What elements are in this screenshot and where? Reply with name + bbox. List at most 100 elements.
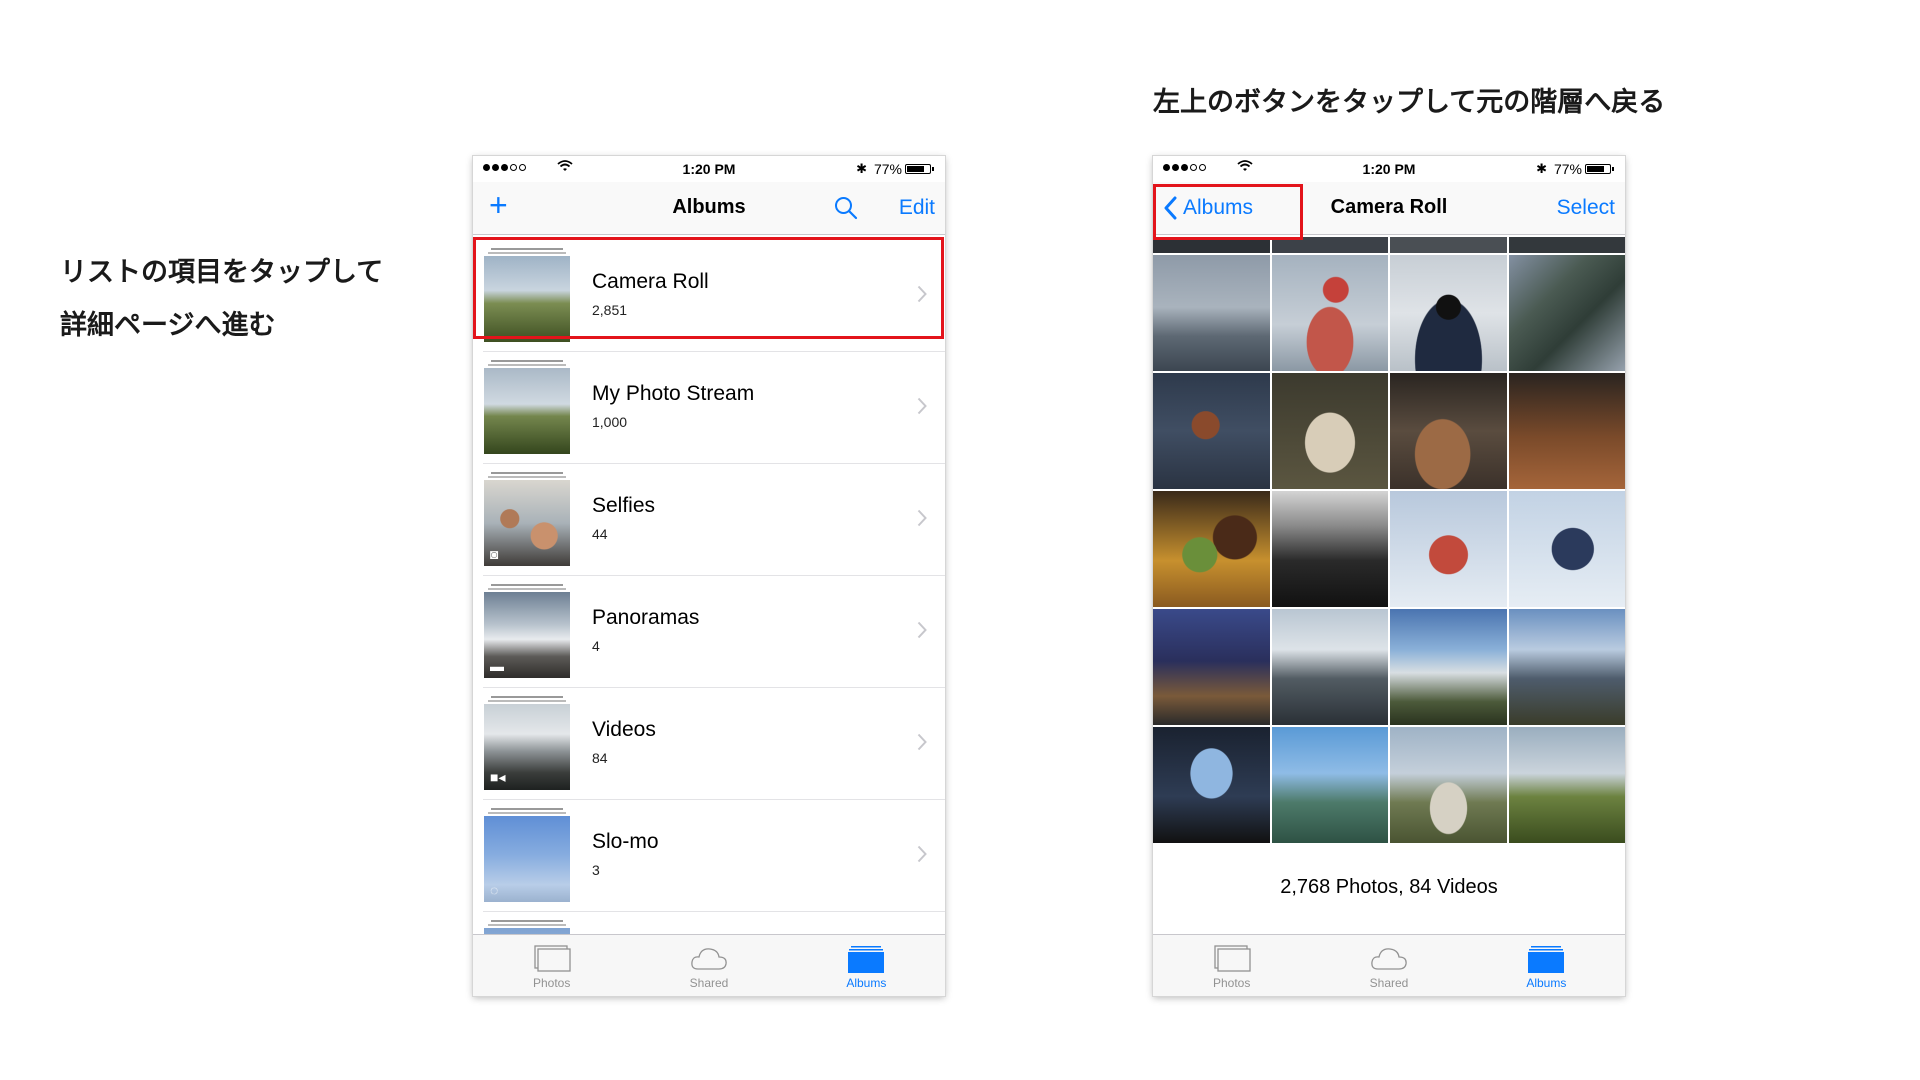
photo-thumbnail[interactable] bbox=[1271, 491, 1388, 607]
photo-summary: 2,768 Photos, 84 Videos bbox=[1280, 876, 1498, 898]
tab-photos[interactable]: Photos bbox=[1153, 935, 1310, 996]
album-thumbnail: ■◂ bbox=[484, 696, 570, 790]
bluetooth-icon: ✱ bbox=[856, 161, 867, 176]
album-row-my-photo-stream[interactable]: My Photo Stream 1,000 bbox=[473, 352, 945, 464]
album-row-panoramas[interactable]: ▬ Panoramas 4 bbox=[473, 576, 945, 688]
album-count: 2,851 bbox=[592, 302, 628, 318]
photo-thumbnail[interactable] bbox=[1153, 255, 1270, 371]
photo-thumbnail[interactable] bbox=[1271, 727, 1388, 843]
slomo-icon: ◌ bbox=[490, 882, 499, 898]
battery-percent: 77% bbox=[1553, 161, 1582, 177]
tab-photos[interactable]: Photos bbox=[473, 935, 630, 996]
albums-icon bbox=[848, 946, 885, 973]
chevron-right-icon bbox=[917, 509, 927, 527]
photo-thumbnail[interactable] bbox=[1153, 727, 1270, 843]
photo-thumbnail[interactable] bbox=[1271, 609, 1388, 725]
photo-thumbnail[interactable] bbox=[1508, 727, 1625, 843]
photo-thumbnail[interactable] bbox=[1153, 609, 1270, 725]
album-thumbnail: ◌ bbox=[484, 808, 570, 902]
photo-thumbnail[interactable] bbox=[1508, 373, 1625, 489]
album-count: 3 bbox=[592, 862, 600, 878]
tab-bar: Photos Shared Albums bbox=[1153, 934, 1625, 996]
search-icon[interactable] bbox=[833, 195, 859, 221]
photo-thumbnail[interactable] bbox=[1508, 255, 1625, 371]
status-bar: 1:20 PM ✱ 77% bbox=[473, 156, 945, 182]
album-count: 44 bbox=[592, 526, 608, 542]
camera-icon: ◙ bbox=[490, 546, 499, 562]
battery-percent: 77% bbox=[873, 161, 902, 177]
video-camera-icon: ■◂ bbox=[490, 769, 506, 785]
left-caption: リストの項目をタップして 詳細ページへ進む bbox=[60, 246, 383, 352]
edit-button[interactable]: Edit bbox=[899, 196, 935, 220]
album-thumbnail bbox=[484, 920, 570, 935]
right-caption: 左上のボタンをタップして元の階層へ戻る bbox=[1153, 87, 1666, 118]
albums-screen: 1:20 PM ✱ 77% + Albums Edit Camera Roll … bbox=[473, 156, 945, 996]
chevron-right-icon bbox=[917, 397, 927, 415]
album-thumbnail bbox=[484, 360, 570, 454]
album-row-partial[interactable] bbox=[473, 912, 945, 935]
album-row-slo-mo[interactable]: ◌ Slo-mo 3 bbox=[473, 800, 945, 912]
photo-thumbnail[interactable] bbox=[1390, 255, 1507, 371]
tab-shared[interactable]: Shared bbox=[1310, 935, 1467, 996]
panorama-icon: ▬ bbox=[490, 658, 504, 674]
tab-label: Shared bbox=[689, 976, 729, 990]
status-bar: 1:20 PM ✱ 77% bbox=[1153, 156, 1625, 182]
album-row-selfies[interactable]: ◙ Selfies 44 bbox=[473, 464, 945, 576]
left-caption-line-1: リストの項目をタップして bbox=[60, 257, 384, 288]
page-title: Albums bbox=[672, 196, 746, 218]
chevron-right-icon bbox=[917, 621, 927, 639]
battery-icon bbox=[1585, 164, 1614, 174]
photo-thumbnail[interactable] bbox=[1271, 373, 1388, 489]
photo-grid bbox=[1153, 237, 1625, 843]
cloud-icon bbox=[1371, 948, 1407, 970]
album-row-videos[interactable]: ■◂ Videos 84 bbox=[473, 688, 945, 800]
photos-icon bbox=[1214, 945, 1251, 972]
photo-thumbnail[interactable] bbox=[1153, 491, 1270, 607]
photo-thumbnail[interactable] bbox=[1390, 727, 1507, 843]
left-caption-line-2: 詳細ページへ進む bbox=[60, 310, 276, 341]
page-title: Camera Roll bbox=[1330, 196, 1448, 218]
album-thumbnail: ▬ bbox=[484, 584, 570, 678]
navigation-bar: Albums Camera Roll Select bbox=[1153, 182, 1625, 235]
tab-label: Photos bbox=[532, 976, 571, 990]
tab-shared[interactable]: Shared bbox=[630, 935, 787, 996]
album-count: 84 bbox=[592, 750, 608, 766]
photo-thumbnail[interactable] bbox=[1508, 491, 1625, 607]
battery-icon bbox=[905, 164, 934, 174]
tab-albums[interactable]: Albums bbox=[1468, 935, 1625, 996]
photo-thumbnail[interactable] bbox=[1508, 609, 1625, 725]
tab-label: Shared bbox=[1369, 976, 1409, 990]
album-title: My Photo Stream bbox=[592, 382, 755, 405]
tab-label: Photos bbox=[1212, 976, 1251, 990]
photo-thumbnail[interactable] bbox=[1153, 373, 1270, 489]
album-count: 4 bbox=[592, 638, 600, 654]
photo-thumbnail[interactable] bbox=[1390, 609, 1507, 725]
chevron-right-icon bbox=[917, 845, 927, 863]
tab-albums[interactable]: Albums bbox=[788, 935, 945, 996]
album-row-camera-roll[interactable]: Camera Roll 2,851 bbox=[473, 240, 945, 352]
tab-label: Albums bbox=[1526, 976, 1567, 990]
select-button[interactable]: Select bbox=[1557, 196, 1615, 220]
album-title: Videos bbox=[592, 718, 656, 741]
photo-thumbnail[interactable] bbox=[1390, 373, 1507, 489]
album-thumbnail bbox=[484, 248, 570, 342]
album-list: Camera Roll 2,851 My Photo Stream 1,000 … bbox=[473, 240, 945, 935]
album-title: Selfies bbox=[592, 494, 656, 517]
photos-icon bbox=[534, 945, 571, 972]
chevron-right-icon bbox=[917, 285, 927, 303]
albums-icon bbox=[1528, 946, 1565, 973]
chevron-right-icon bbox=[917, 733, 927, 751]
album-thumbnail: ◙ bbox=[484, 472, 570, 566]
album-title: Slo-mo bbox=[592, 830, 659, 853]
album-title: Camera Roll bbox=[592, 270, 709, 293]
photo-grid-partial-row bbox=[1153, 237, 1625, 253]
camera-roll-screen: 1:20 PM ✱ 77% Albums Camera Roll Select bbox=[1153, 156, 1625, 996]
tab-label: Albums bbox=[846, 976, 887, 990]
album-title: Panoramas bbox=[592, 606, 700, 629]
navigation-bar: + Albums Edit bbox=[473, 182, 945, 235]
cloud-icon bbox=[691, 948, 727, 970]
photo-thumbnail[interactable] bbox=[1271, 255, 1388, 371]
album-count: 1,000 bbox=[592, 414, 628, 430]
photo-thumbnail[interactable] bbox=[1390, 491, 1507, 607]
tab-bar: Photos Shared Albums bbox=[473, 934, 945, 996]
